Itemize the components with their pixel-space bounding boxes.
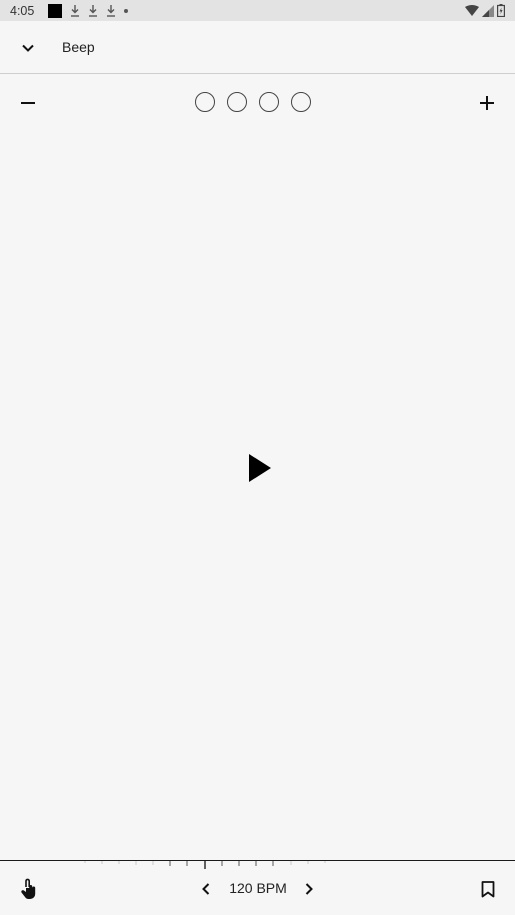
status-bar: 4:05: [0, 0, 515, 21]
sound-name[interactable]: Beep: [62, 39, 95, 55]
bookmark-button[interactable]: [476, 877, 500, 901]
play-icon: [249, 454, 271, 482]
collapse-button[interactable]: [16, 36, 40, 60]
stop-square-icon: [48, 3, 63, 18]
beat-indicators: [195, 92, 311, 112]
signal-icon: [482, 4, 494, 17]
decrease-tempo-button[interactable]: [197, 879, 215, 899]
tap-tempo-button[interactable]: [16, 876, 42, 902]
bookmark-icon: [481, 880, 495, 897]
dot-icon: [124, 8, 129, 13]
minus-icon: [21, 102, 35, 104]
beat-circle[interactable]: [259, 92, 279, 112]
download-icon: [89, 4, 98, 17]
download-icon: [107, 4, 116, 17]
chevron-left-icon: [202, 883, 210, 895]
status-left: 4:05: [10, 3, 129, 18]
beat-circle[interactable]: [195, 92, 215, 112]
top-bar: Beep: [0, 21, 515, 74]
chevron-down-icon: [22, 44, 34, 52]
download-icon: [71, 4, 80, 17]
wifi-icon: [465, 4, 479, 16]
tempo-ruler[interactable]: [80, 861, 330, 869]
beat-circle[interactable]: [227, 92, 247, 112]
chevron-right-icon: [305, 883, 313, 895]
increase-tempo-button[interactable]: [300, 879, 318, 899]
remove-beat-button[interactable]: [15, 91, 41, 115]
tempo-label[interactable]: 120 BPM: [222, 880, 294, 896]
bottom-bar: 120 BPM: [0, 860, 515, 915]
battery-icon: [497, 4, 505, 17]
beat-circle[interactable]: [291, 92, 311, 112]
plus-icon: [480, 96, 494, 110]
play-button[interactable]: [238, 444, 282, 492]
status-time: 4:05: [10, 3, 35, 18]
touch-icon: [21, 878, 36, 899]
status-right: [465, 4, 505, 17]
add-beat-button[interactable]: [474, 91, 500, 115]
